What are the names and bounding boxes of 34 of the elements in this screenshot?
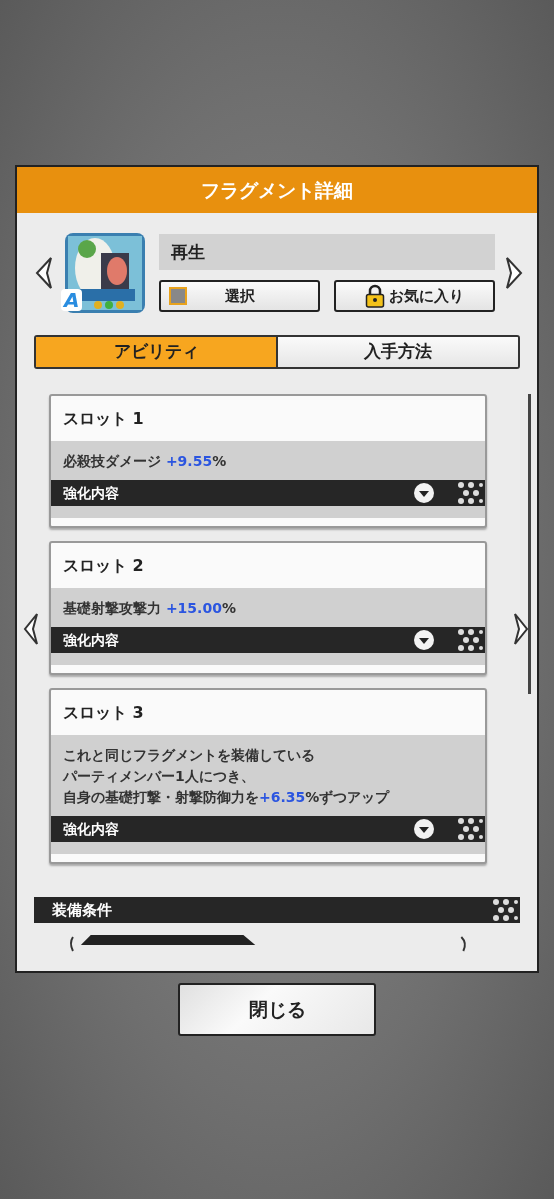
tab[interactable]: アビリティ <box>36 337 276 367</box>
expander-label: 強化内容 <box>63 819 120 839</box>
chevron-right-icon[interactable] <box>503 256 525 290</box>
chevron-right-icon[interactable] <box>511 612 531 646</box>
close-button[interactable]: 閉じる <box>178 983 376 1036</box>
section-title: 装備条件 <box>52 899 113 921</box>
expander-label: 強化内容 <box>63 483 120 503</box>
select-button[interactable]: 選択 <box>159 280 320 312</box>
favorite-button[interactable]: お気に入り <box>334 280 495 312</box>
chevron-left-icon[interactable] <box>33 256 55 290</box>
rank-label: A <box>61 289 83 311</box>
tab[interactable]: 入手方法 <box>276 337 518 367</box>
ability-description: これと同じフラグメントを装備している パーティメンバー1人につき、 自身の基礎打撃・射撃防御力を+6.35%ずつアップ <box>51 735 485 816</box>
dropdown-icon[interactable] <box>413 818 435 840</box>
expander-label: 強化内容 <box>63 630 120 650</box>
dot-pattern-icon <box>490 897 520 923</box>
expander-bar[interactable]: 強化内容 <box>51 627 485 653</box>
fragment-name: 再生 <box>159 234 495 270</box>
dot-pattern-icon <box>455 627 485 653</box>
slot-title: スロット 2 <box>62 555 145 577</box>
expander-bar[interactable]: 強化内容 <box>51 480 485 506</box>
dropdown-icon[interactable] <box>413 629 435 651</box>
scrollbar[interactable] <box>528 394 531 694</box>
ability-description: 必殺技ダメージ +9.55% <box>51 441 485 480</box>
expander-bar[interactable]: 強化内容 <box>51 816 485 842</box>
chevron-left-icon[interactable] <box>21 612 41 646</box>
ability-description: 基礎射撃攻撃力 +15.00% <box>51 588 485 627</box>
dropdown-icon[interactable] <box>413 482 435 504</box>
dot-pattern-icon <box>455 816 485 842</box>
slot-title: スロット 3 <box>62 702 145 724</box>
dot-pattern-icon <box>455 480 485 506</box>
slot-title: スロット 1 <box>62 408 145 430</box>
checkbox[interactable] <box>169 287 187 305</box>
dialog-title: フラグメント詳細 <box>17 167 537 213</box>
